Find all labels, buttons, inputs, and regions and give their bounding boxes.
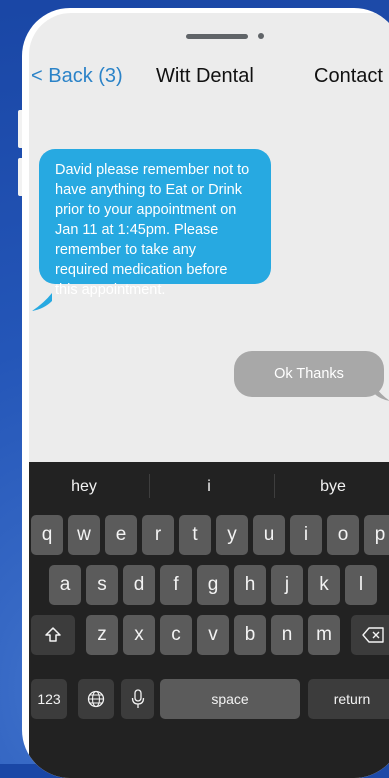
delete-icon [362,627,384,643]
suggestion-divider [274,474,275,498]
globe-key[interactable] [78,679,114,719]
incoming-message-bubble: David please remember not to have anythi… [39,149,271,298]
return-key[interactable]: return [308,679,389,719]
key-i[interactable]: i [290,515,322,555]
outgoing-message-bubble: Ok Thanks [234,351,384,397]
phone-screen: < Back (3) Witt Dental Contact David ple… [29,13,389,778]
key-k[interactable]: k [308,565,340,605]
conversation-title: Witt Dental [156,65,254,87]
key-b[interactable]: b [234,615,266,655]
contact-button[interactable]: Contact [314,65,383,88]
key-e[interactable]: e [105,515,137,555]
key-d[interactable]: d [123,565,155,605]
front-camera [258,33,264,39]
message-line: required medication before [55,262,228,278]
key-f[interactable]: f [160,565,192,605]
message-line: David please remember not to [55,162,250,178]
key-r[interactable]: r [142,515,174,555]
shift-icon [45,627,61,642]
message-line: Jan 11 at 1:45pm. Please [55,222,219,238]
key-x[interactable]: x [123,615,155,655]
speaker-grille [186,34,248,39]
microphone-icon [131,689,144,708]
key-s[interactable]: s [86,565,118,605]
key-z[interactable]: z [86,615,118,655]
key-v[interactable]: v [197,615,229,655]
back-button[interactable]: < Back (3) [31,65,123,88]
space-key[interactable]: space [160,679,300,719]
globe-icon [87,690,105,708]
message-line: prior to your appointment on [55,202,237,218]
key-h[interactable]: h [234,565,266,605]
shift-key[interactable] [31,615,75,655]
message-line: this appointment. [55,282,166,298]
message-line: remember to take any [55,242,197,258]
key-c[interactable]: c [160,615,192,655]
numbers-key[interactable]: 123 [31,679,67,719]
key-n[interactable]: n [271,615,303,655]
key-m[interactable]: m [308,615,340,655]
suggestion-bye[interactable]: bye [283,478,383,496]
key-g[interactable]: g [197,565,229,605]
key-t[interactable]: t [179,515,211,555]
suggestion-divider [149,474,150,498]
key-a[interactable]: a [49,565,81,605]
key-q[interactable]: q [31,515,63,555]
outgoing-bubble-tail [372,381,389,401]
phone-frame: < Back (3) Witt Dental Contact David ple… [22,8,389,778]
key-o[interactable]: o [327,515,359,555]
key-j[interactable]: j [271,565,303,605]
outgoing-message-text: Ok Thanks [274,366,344,382]
suggestion-hey[interactable]: hey [34,478,134,496]
keyboard: hey i bye q w e r t y u i o p a s d f g … [29,462,389,778]
incoming-bubble-tail [32,293,52,311]
message-line: have anything to Eat or Drink [55,182,242,198]
key-p[interactable]: p [364,515,389,555]
delete-key[interactable] [351,615,389,655]
suggestion-i[interactable]: i [159,478,259,496]
microphone-key[interactable] [121,679,154,719]
key-u[interactable]: u [253,515,285,555]
key-w[interactable]: w [68,515,100,555]
key-y[interactable]: y [216,515,248,555]
key-l[interactable]: l [345,565,377,605]
